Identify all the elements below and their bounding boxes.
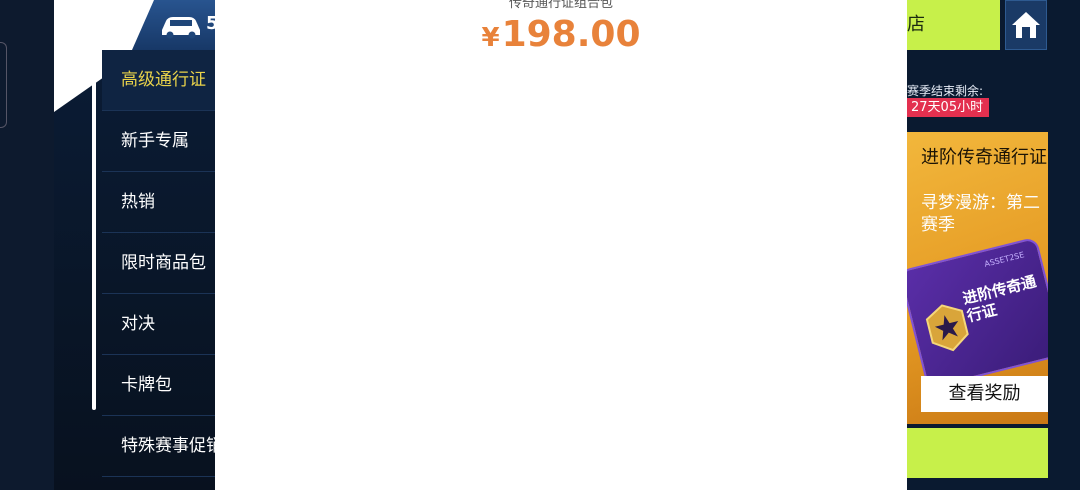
store-label: 店 (907, 14, 925, 35)
price-label: ¥198.00 (215, 14, 907, 55)
store-button[interactable]: 店 (907, 0, 1000, 50)
back-button[interactable] (92, 8, 122, 42)
view-rewards-button[interactable]: 查看奖励 (921, 376, 1048, 412)
menu-scrollbar[interactable] (92, 66, 96, 410)
menu-item-limited-pack[interactable]: 限时商品包 (102, 233, 215, 294)
season-countdown: 27天05小时 (907, 98, 990, 117)
right-panel: 店 赛季结束剩余: 27天05小时 进阶传奇通行证 寻梦漫游：第二赛季 ASSE… (907, 0, 1080, 490)
price-value: 198.00 (501, 14, 641, 55)
category-menu: 高级通行证 新手专属 热销 限时商品包 对决 卡牌包 特殊赛事促销 (102, 50, 215, 477)
chevron-left-icon (99, 12, 114, 38)
home-icon (1012, 12, 1040, 38)
edge-strip (0, 0, 54, 490)
pass-promo-card[interactable]: 进阶传奇通行证 寻梦漫游：第二赛季 ASSET2SE 进阶传奇通行证 查看奖励 (907, 132, 1048, 424)
menu-item-hot[interactable]: 热销 (102, 172, 215, 233)
bundle-name: 传奇通行证组合包 (508, 0, 613, 11)
ticket-title: 进阶传奇通行证 (960, 272, 1039, 326)
menu-item-premium-pass[interactable]: 高级通行证 (102, 50, 215, 111)
home-button[interactable] (1005, 0, 1047, 50)
menu-item-duel[interactable]: 对决 (102, 294, 215, 355)
promo-title: 进阶传奇通行证 (921, 147, 1047, 168)
device-notch (0, 42, 7, 128)
action-button[interactable] (907, 428, 1048, 478)
car-icon (162, 17, 200, 39)
menu-item-card-pack[interactable]: 卡牌包 (102, 355, 215, 416)
currency-symbol: ¥ (481, 23, 500, 53)
promo-subtitle: 寻梦漫游：第二赛季 (921, 193, 1040, 235)
ticket-corner-text: ASSET2SE (983, 250, 1026, 269)
menu-item-special-event[interactable]: 特殊赛事促销 (102, 416, 215, 477)
pass-ticket-image: ASSET2SE 进阶传奇通行证 (907, 236, 1048, 390)
menu-item-newbie[interactable]: 新手专属 (102, 111, 215, 172)
purchase-modal: 传奇通行证组合包 ¥198.00 (215, 0, 907, 490)
season-end-label: 赛季结束剩余: (907, 84, 984, 98)
